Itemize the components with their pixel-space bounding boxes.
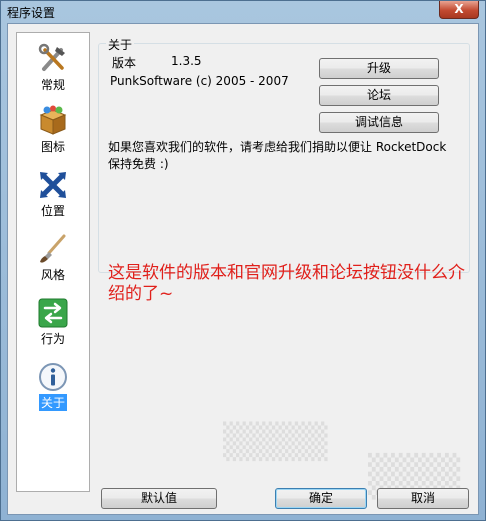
forum-button[interactable]: 论坛 [319,85,439,106]
sidebar-item-label: 常规 [40,78,65,92]
sidebar-item-label: 行为 [40,332,65,346]
copyright-text: PunkSoftware (c) 2005 - 2007 [110,74,289,88]
sidebar-item-about[interactable]: 关于 [17,357,89,419]
sidebar-item-behavior[interactable]: 行为 [17,293,89,355]
sidebar-item-label: 图标 [40,140,65,154]
window-title: 程序设置 [7,6,56,20]
cancel-button[interactable]: 取消 [377,488,469,509]
sidebar-item-position[interactable]: 位置 [17,165,89,227]
donate-text: 如果您喜欢我们的软件，请考虑给我们捐助以便让 RocketDock 保持免费 :… [108,140,447,171]
sidebar-item-label: 关于 [38,394,67,411]
sidebar-item-label: 风格 [40,268,65,282]
about-group-title: 关于 [106,36,135,53]
info-icon [39,363,67,391]
sidebar-item-label: 位置 [40,204,65,218]
paintbrush-icon [40,234,66,263]
sidebar-item-style[interactable]: 风格 [17,229,89,291]
sidebar-item-general[interactable]: 常规 [17,39,89,101]
tools-icon [38,43,65,71]
sidebar-item-icons[interactable]: 图标 [17,101,89,163]
dialog-client-area: 常规 图标 位置 风格 行为 关于 关于 版本 1.3.5 PunkSoftwa… [7,23,479,515]
box-icon [39,105,67,135]
version-value: 1.3.5 [171,54,202,68]
version-label: 版本 [112,56,137,70]
close-button[interactable]: X [439,1,479,19]
arrows-icon [40,172,66,198]
settings-window: 程序设置 X 常规 图标 位置 风格 行为 关于 关于 版本 1.3.5 Pun… [0,0,486,521]
close-icon: X [454,2,464,16]
upgrade-button[interactable]: 升级 [319,58,439,79]
exchange-icon [38,298,68,328]
ok-button[interactable]: 确定 [275,488,367,509]
title-bar[interactable]: 程序设置 X [1,1,485,23]
defaults-button[interactable]: 默认值 [101,488,217,509]
annotation-text: 这是软件的版本和官网升级和论坛按钮没什么介绍的了~ [108,263,465,304]
sidebar: 常规 图标 位置 风格 行为 关于 [16,32,90,492]
watermark-logo: ▒▒▒▒ [223,422,328,462]
debug-info-button[interactable]: 调试信息 [319,112,439,133]
